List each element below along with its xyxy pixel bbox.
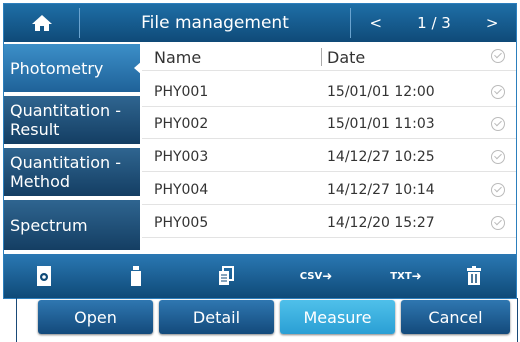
copy-button[interactable] [196,254,256,298]
table-row[interactable]: PHY001 15/01/01 12:00 [142,80,516,106]
file-date: 14/12/27 10:25 [327,149,435,165]
check-circle-icon[interactable] [491,150,505,164]
open-button[interactable]: Open [38,300,153,334]
file-name: PHY004 [154,182,209,198]
file-date: 15/01/01 11:03 [327,116,435,132]
home-button[interactable] [4,4,79,42]
export-csv-icon: CSV [299,270,323,282]
select-all-check-icon[interactable] [491,49,505,63]
sidebar-item-quantitation-result[interactable]: Quantitation - Result [4,96,140,144]
column-divider [321,48,322,66]
sidebar-item-label: Photometry [10,58,104,78]
frame-edge [16,298,17,342]
export-txt-button[interactable]: TXT ➜ [376,254,436,298]
storage-toolbar: CSV ➜ TXT ➜ [4,254,516,298]
table-row[interactable]: PHY005 14/12/20 15:27 [142,211,516,237]
sidebar-item-label: Quantitation - Method [10,153,121,191]
measure-button[interactable]: Measure [280,300,395,334]
sidebar: Photometry Quantitation - Result Quantit… [4,42,142,252]
page-indicator: 1 / 3 [417,14,451,32]
table-header: Name Date [142,44,516,70]
sidebar-item-label: Quantitation - Result [10,101,121,139]
sidebar-item-photometry[interactable]: Photometry [4,44,142,92]
check-circle-icon[interactable] [491,183,505,197]
home-icon [31,15,52,31]
row-divider [142,106,516,107]
file-name: PHY003 [154,149,209,165]
row-divider [142,70,516,71]
delete-button[interactable] [444,254,504,298]
arrow-right-icon: ➜ [322,269,333,283]
sidebar-item-spectrum[interactable]: Spectrum [4,200,140,250]
frame-edge [517,298,518,342]
file-date: 15/01/01 12:00 [327,84,435,100]
sd-card-button[interactable] [14,254,74,298]
row-divider [142,171,516,172]
file-table: Name Date PHY001 15/01/01 12:00 PHY002 1… [142,44,516,252]
row-divider [142,204,516,205]
check-circle-icon[interactable] [491,216,505,230]
action-bar: Open Detail Measure Cancel [38,300,510,334]
row-divider [142,138,516,139]
table-row[interactable]: PHY004 14/12/27 10:14 [142,178,516,204]
pager: < 1 / 3 > [352,4,516,42]
copy-icon [219,266,234,285]
next-page-button[interactable]: > [480,14,505,32]
usb-drive-icon [131,266,141,286]
check-circle-icon[interactable] [491,85,505,99]
arrow-right-icon: ➜ [411,269,422,283]
detail-button[interactable]: Detail [159,300,274,334]
file-date: 14/12/20 15:27 [327,215,435,231]
file-name: PHY001 [154,84,209,100]
page-title: File management [141,13,289,33]
sd-card-icon [37,266,51,286]
column-header-name: Name [154,48,202,67]
sidebar-item-quantitation-method[interactable]: Quantitation - Method [4,148,140,196]
usb-drive-button[interactable] [106,254,166,298]
file-name: PHY005 [154,215,209,231]
header-divider [350,8,351,38]
cancel-button[interactable]: Cancel [401,300,510,334]
main-window: File management < 1 / 3 > Photometry Qua… [3,3,517,299]
header-bar: File management < 1 / 3 > [4,4,516,42]
file-name: PHY002 [154,116,209,132]
table-row[interactable]: PHY002 15/01/01 11:03 [142,112,516,138]
row-divider [142,237,516,238]
column-header-date: Date [327,48,366,67]
sidebar-item-label: Spectrum [10,215,88,235]
file-date: 14/12/27 10:14 [327,182,435,198]
check-circle-icon[interactable] [491,117,505,131]
active-arrow-icon [134,61,142,75]
trash-icon [467,266,481,285]
prev-page-button[interactable]: < [364,14,389,32]
table-row[interactable]: PHY003 14/12/27 10:25 [142,145,516,171]
export-txt-icon: TXT [390,270,412,282]
export-csv-button[interactable]: CSV ➜ [286,254,346,298]
